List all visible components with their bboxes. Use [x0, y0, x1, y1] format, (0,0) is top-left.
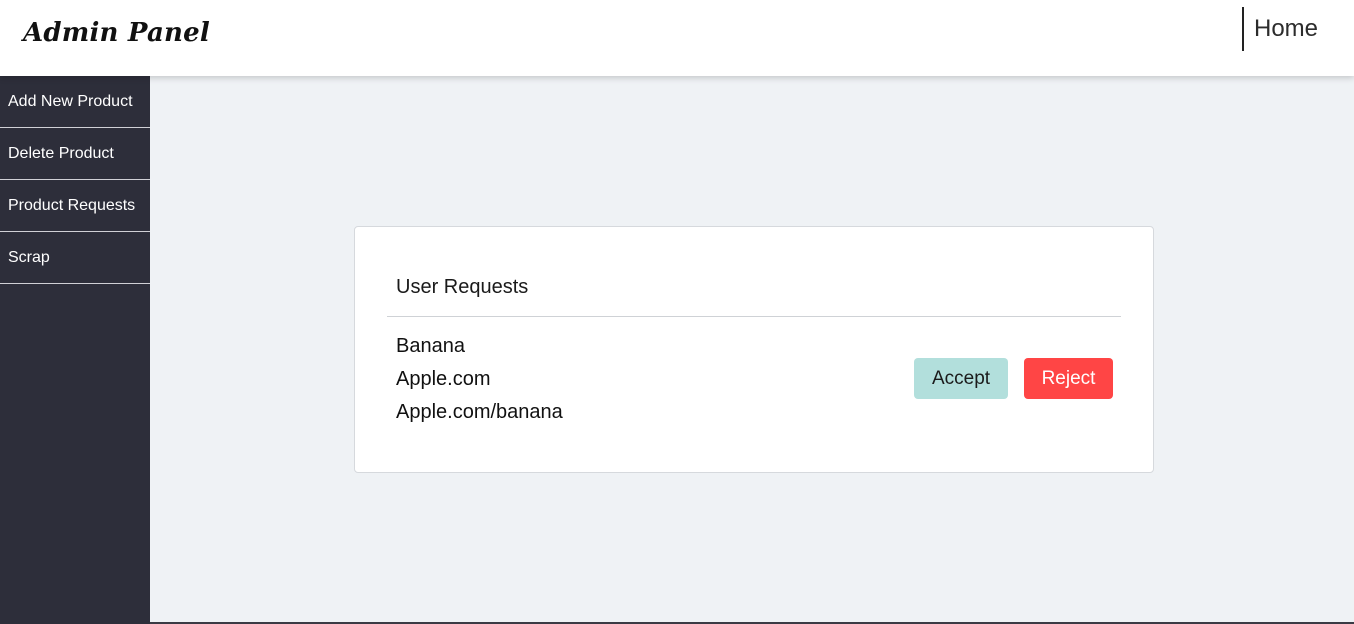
sidebar: Add New Product Delete Product Product R… [0, 76, 150, 624]
card-title: User Requests [396, 276, 529, 298]
request-url: Apple.com/banana [396, 401, 563, 423]
sidebar-item-add-new-product[interactable]: Add New Product [0, 76, 150, 128]
request-site: Apple.com [396, 368, 491, 390]
main-content: User Requests Banana Apple.com Apple.com… [150, 76, 1354, 624]
sidebar-item-delete-product[interactable]: Delete Product [0, 128, 150, 180]
user-requests-card: User Requests Banana Apple.com Apple.com… [354, 226, 1154, 473]
card-divider [387, 316, 1121, 317]
brand-logo-text[interactable]: Admin Panel [23, 18, 210, 48]
nav-divider [1242, 7, 1244, 51]
nav-link-home[interactable]: Home [1254, 15, 1318, 43]
top-navbar: Admin Panel Home [0, 0, 1354, 76]
accept-button[interactable]: Accept [914, 358, 1008, 399]
request-product-name: Banana [396, 335, 465, 357]
sidebar-item-product-requests[interactable]: Product Requests [0, 180, 150, 232]
reject-button[interactable]: Reject [1024, 358, 1113, 399]
sidebar-item-scrap[interactable]: Scrap [0, 232, 150, 284]
